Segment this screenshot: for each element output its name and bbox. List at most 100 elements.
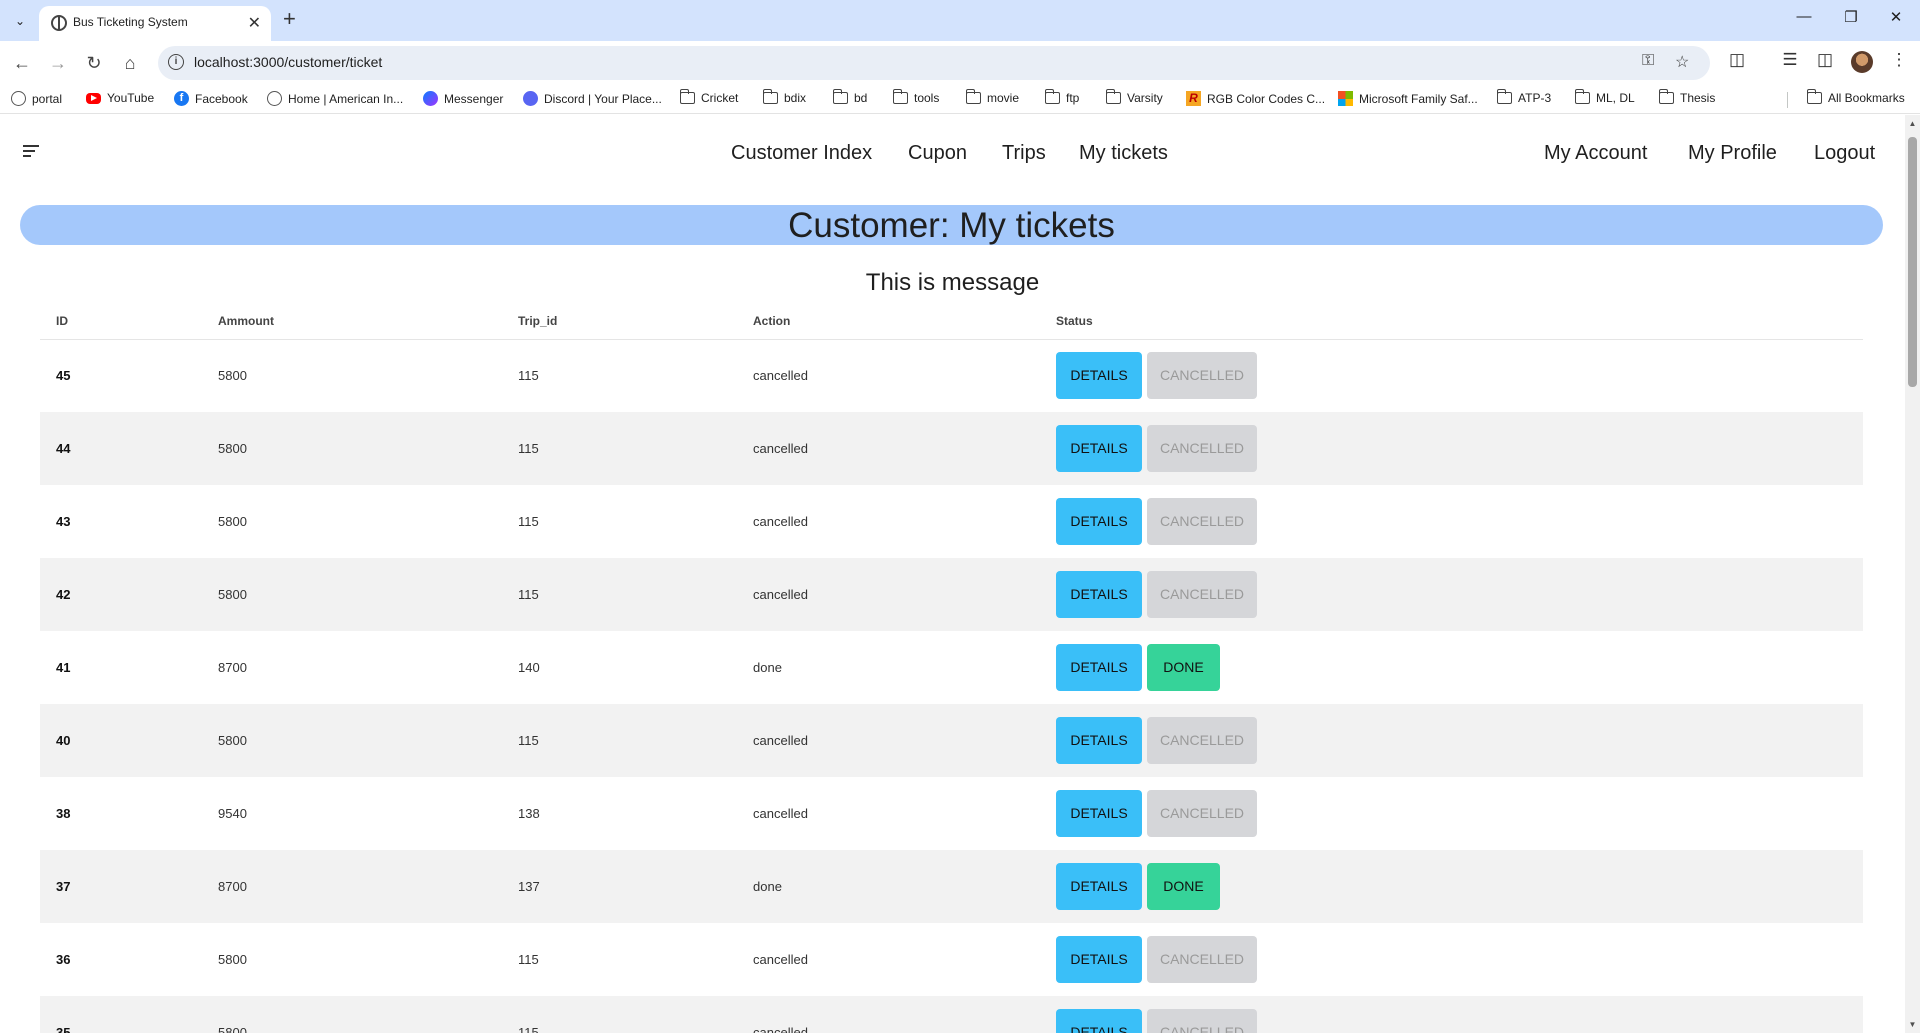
table-row: 38 9540 138 cancelled DETAILS CANCELLED xyxy=(40,777,1863,850)
key-icon[interactable]: ⚿ xyxy=(1642,52,1654,70)
cell-trip-id: 138 xyxy=(502,777,737,850)
bookmark-youtube[interactable]: YouTube xyxy=(86,91,154,105)
restore-icon[interactable]: ❐ xyxy=(1836,8,1866,26)
cell-amount: 8700 xyxy=(202,850,502,923)
side-panel-icon[interactable]: ◫ xyxy=(1813,50,1837,70)
scroll-up-arrow-icon[interactable]: ▲ xyxy=(1905,119,1920,128)
bookmark-messenger[interactable]: Messenger xyxy=(423,91,503,106)
details-button[interactable]: DETAILS xyxy=(1056,863,1142,910)
rgb-icon: R xyxy=(1186,91,1201,106)
star-icon[interactable]: ☆ xyxy=(1675,52,1689,72)
folder-icon xyxy=(832,89,848,104)
cell-action: done xyxy=(737,631,1040,704)
table-row: 44 5800 115 cancelled DETAILS CANCELLED xyxy=(40,412,1863,485)
cancelled-button[interactable]: CANCELLED xyxy=(1147,498,1257,545)
reload-icon[interactable]: ↻ xyxy=(81,50,107,76)
bookmark-movie[interactable]: movie xyxy=(965,89,1019,105)
done-button[interactable]: DONE xyxy=(1147,644,1220,691)
cancelled-button[interactable]: CANCELLED xyxy=(1147,1009,1257,1033)
done-button[interactable]: DONE xyxy=(1147,863,1220,910)
bookmark-varsity[interactable]: Varsity xyxy=(1105,89,1163,105)
bookmark-thesis[interactable]: Thesis xyxy=(1658,89,1715,105)
details-button[interactable]: DETAILS xyxy=(1056,717,1142,764)
bookmark-tools[interactable]: tools xyxy=(892,89,939,105)
nav-my-profile[interactable]: My Profile xyxy=(1688,142,1777,165)
folder-icon xyxy=(965,89,981,104)
nav-my-tickets[interactable]: My tickets xyxy=(1079,142,1168,165)
cell-status: DETAILS DONE xyxy=(1040,631,1863,704)
cell-status: DETAILS CANCELLED xyxy=(1040,412,1863,485)
nav-cupon[interactable]: Cupon xyxy=(908,142,967,165)
nav-my-account[interactable]: My Account xyxy=(1544,142,1647,165)
bookmark-atp3[interactable]: ATP-3 xyxy=(1496,89,1551,105)
details-button[interactable]: DETAILS xyxy=(1056,1009,1142,1033)
folder-icon xyxy=(762,89,778,104)
plus-icon[interactable]: + xyxy=(283,6,296,32)
cell-action: cancelled xyxy=(737,485,1040,558)
details-button[interactable]: DETAILS xyxy=(1056,425,1142,472)
back-icon[interactable]: ← xyxy=(9,50,35,76)
minimize-icon[interactable]: — xyxy=(1789,8,1819,25)
cancelled-button[interactable]: CANCELLED xyxy=(1147,571,1257,618)
details-button[interactable]: DETAILS xyxy=(1056,352,1142,400)
cell-amount: 5800 xyxy=(202,485,502,558)
menu-icon[interactable]: ⋮ xyxy=(1887,50,1911,70)
media-icon[interactable]: ☰ xyxy=(1778,50,1802,70)
table-row: 43 5800 115 cancelled DETAILS CANCELLED xyxy=(40,485,1863,558)
cell-action: cancelled xyxy=(737,412,1040,485)
details-button[interactable]: DETAILS xyxy=(1056,498,1142,545)
cell-status: DETAILS CANCELLED xyxy=(1040,558,1863,631)
details-button[interactable]: DETAILS xyxy=(1056,644,1142,691)
cell-action: done xyxy=(737,850,1040,923)
cancelled-button[interactable]: CANCELLED xyxy=(1147,790,1257,837)
bookmark-ml-dl[interactable]: ML, DL xyxy=(1574,89,1635,105)
all-bookmarks[interactable]: All Bookmarks xyxy=(1806,89,1905,105)
browser-tab[interactable]: Bus Ticketing System ✕ xyxy=(39,6,271,41)
tab-search-icon[interactable]: ⌄ xyxy=(9,10,31,32)
scroll-thumb[interactable] xyxy=(1908,137,1917,387)
cancelled-button[interactable]: CANCELLED xyxy=(1147,936,1257,983)
tickets-table: ID Ammount Trip_id Action Status 45 5800 1… xyxy=(40,303,1863,1033)
bookmark-microsoft[interactable]: Microsoft Family Saf... xyxy=(1338,91,1478,106)
hamburger-icon[interactable] xyxy=(23,145,39,157)
forward-icon[interactable]: → xyxy=(45,50,71,76)
page-scrollbar[interactable]: ▲ ▼ xyxy=(1905,115,1920,1033)
extensions-icon[interactable]: ◫ xyxy=(1725,50,1749,70)
flash-message: This is message xyxy=(865,269,1040,296)
cancelled-button[interactable]: CANCELLED xyxy=(1147,717,1257,764)
url-text[interactable]: localhost:3000/customer/ticket xyxy=(194,54,382,70)
folder-icon xyxy=(1806,89,1822,104)
home-icon[interactable]: ⌂ xyxy=(117,50,143,76)
scroll-down-arrow-icon[interactable]: ▼ xyxy=(1905,1020,1920,1029)
tab-title: Bus Ticketing System xyxy=(73,15,188,29)
bookmark-rgb[interactable]: R RGB Color Codes C... xyxy=(1186,91,1325,106)
bookmark-bdix[interactable]: bdix xyxy=(762,89,806,105)
bookmark-american[interactable]: Home | American In... xyxy=(267,91,403,106)
microsoft-icon xyxy=(1338,91,1353,106)
cancelled-button[interactable]: CANCELLED xyxy=(1147,425,1257,472)
details-button[interactable]: DETAILS xyxy=(1056,936,1142,983)
bookmark-portal[interactable]: portal xyxy=(11,91,62,106)
youtube-icon xyxy=(86,92,101,104)
close-icon[interactable]: ✕ xyxy=(248,13,261,33)
cancelled-button[interactable]: CANCELLED xyxy=(1147,352,1257,400)
details-button[interactable]: DETAILS xyxy=(1056,790,1142,837)
address-bar[interactable]: i localhost:3000/customer/ticket ⚿ ☆ xyxy=(158,46,1710,80)
site-info-icon[interactable]: i xyxy=(168,54,184,70)
nav-trips[interactable]: Trips xyxy=(1002,142,1046,165)
bookmark-discord[interactable]: Discord | Your Place... xyxy=(523,91,662,106)
profile-avatar[interactable] xyxy=(1851,51,1873,73)
bookmark-facebook[interactable]: f Facebook xyxy=(174,91,248,106)
details-button[interactable]: DETAILS xyxy=(1056,571,1142,618)
cell-status: DETAILS CANCELLED xyxy=(1040,777,1863,850)
cell-id: 37 xyxy=(40,850,202,923)
nav-customer-index[interactable]: Customer Index xyxy=(731,142,872,165)
bookmark-ftp[interactable]: ftp xyxy=(1044,89,1079,105)
table-row: 45 5800 115 cancelled DETAILS CANCELLED xyxy=(40,339,1863,412)
nav-logout[interactable]: Logout xyxy=(1814,142,1875,165)
facebook-icon: f xyxy=(174,91,189,106)
bookmark-bd[interactable]: bd xyxy=(832,89,867,105)
globe-icon xyxy=(51,15,67,31)
window-close-icon[interactable]: ✕ xyxy=(1881,8,1911,26)
bookmark-cricket[interactable]: Cricket xyxy=(679,89,738,105)
